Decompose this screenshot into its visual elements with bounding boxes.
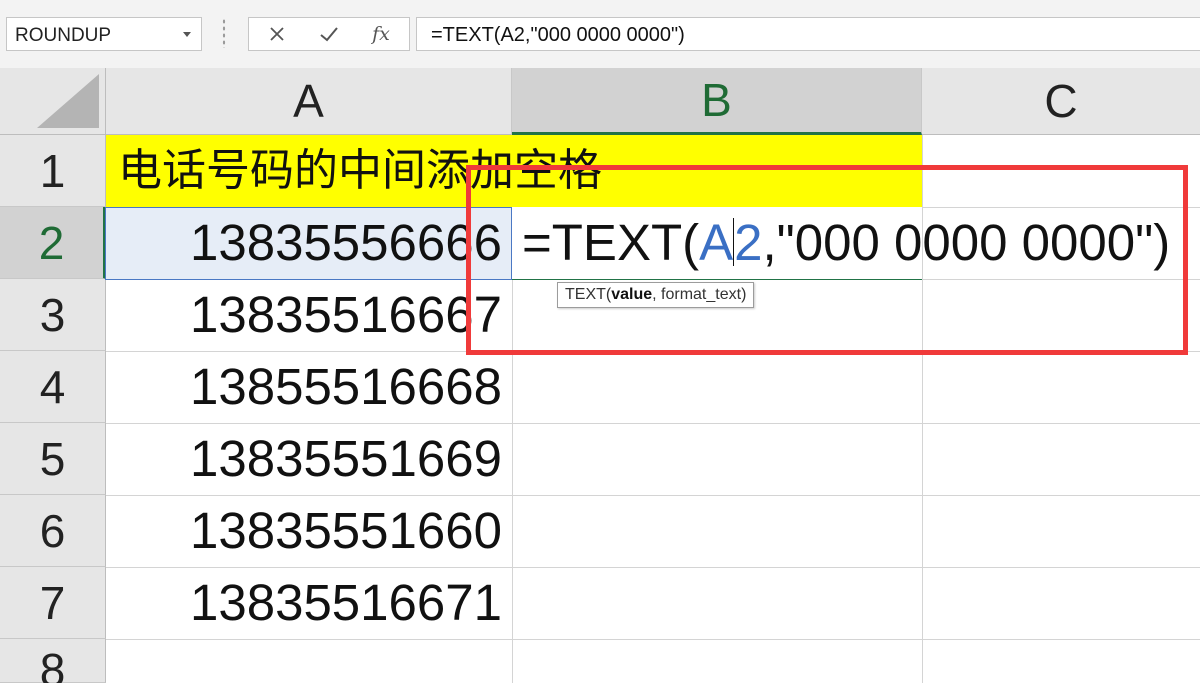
- cell-a6[interactable]: 13835551660: [106, 495, 512, 567]
- formula-ref-column: A: [699, 214, 734, 271]
- confirm-icon: [320, 27, 338, 42]
- row-header-7[interactable]: 7: [0, 567, 106, 639]
- cancel-button[interactable]: [255, 18, 299, 50]
- formula-suffix: ,"000 0000 0000"): [762, 214, 1171, 271]
- name-box[interactable]: ROUNDUP: [6, 17, 202, 51]
- formula-bar: ROUNDUP fx =TEXT(A2,"000 0000 0000"): [0, 0, 1200, 70]
- tooltip-current-arg[interactable]: value: [611, 286, 652, 303]
- gridline: [106, 639, 1200, 640]
- chevron-down-icon[interactable]: [183, 32, 191, 37]
- column-header-a[interactable]: A: [106, 68, 512, 135]
- select-all-button[interactable]: [0, 68, 106, 135]
- cell-b2-editing[interactable]: =TEXT(A2,"000 0000 0000"): [512, 207, 1170, 280]
- cell-a3[interactable]: 13835516667: [106, 279, 512, 351]
- function-icon: fx: [372, 23, 390, 45]
- cell-a4[interactable]: 13855516668: [106, 351, 512, 423]
- excel-window: ROUNDUP fx =TEXT(A2,"000 0000 0000") A B…: [0, 0, 1200, 683]
- formula-text: =TEXT(A2,"000 0000 0000"): [431, 24, 685, 46]
- function-tooltip[interactable]: TEXT(value, format_text): [557, 282, 755, 308]
- formula-bar-grip[interactable]: [222, 18, 226, 48]
- cell-a7[interactable]: 13835516671: [106, 567, 512, 639]
- formula-ref-row: 2: [734, 214, 763, 271]
- select-all-icon: [37, 74, 99, 128]
- row-header-1[interactable]: 1: [0, 135, 106, 207]
- tooltip-function: TEXT(: [565, 286, 612, 303]
- name-box-text: ROUNDUP: [15, 25, 112, 46]
- insert-function-button[interactable]: fx: [359, 18, 403, 50]
- row-header-8[interactable]: 8: [0, 639, 106, 683]
- formula-prefix: =TEXT(: [522, 214, 700, 271]
- cell-a5[interactable]: 13835551669: [106, 423, 512, 495]
- row-header-4[interactable]: 4: [0, 351, 106, 423]
- row-header-2[interactable]: 2: [0, 207, 106, 279]
- column-header-b[interactable]: B: [512, 68, 922, 135]
- formula-buttons: fx: [248, 17, 410, 51]
- cell-a2[interactable]: 13835556666: [106, 207, 512, 279]
- tooltip-rest: , format_text): [652, 286, 747, 303]
- cell-a1[interactable]: 电话号码的中间添加空格: [106, 135, 922, 207]
- cancel-icon: [270, 27, 284, 41]
- row-header-6[interactable]: 6: [0, 495, 106, 567]
- row-header-3[interactable]: 3: [0, 279, 106, 351]
- row-header-5[interactable]: 5: [0, 423, 106, 495]
- column-header-c[interactable]: C: [922, 68, 1200, 135]
- worksheet-grid: A B C 1 2 3 4 5 6 7 8 电话号码的中间添加空格 138355…: [0, 68, 1200, 683]
- formula-input[interactable]: =TEXT(A2,"000 0000 0000"): [416, 17, 1200, 51]
- enter-button[interactable]: [307, 18, 351, 50]
